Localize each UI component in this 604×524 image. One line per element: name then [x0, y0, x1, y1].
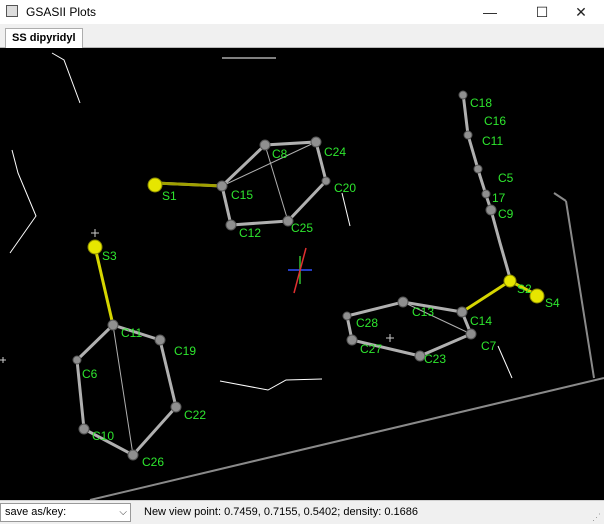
chevron-down-icon: ⌵: [119, 507, 127, 518]
atom-label: C10: [92, 429, 114, 443]
bonds: [75, 91, 512, 457]
status-bar: save as/key: ⌵ New view point: 0.7459, 0…: [0, 500, 604, 524]
title-bar: GSASII Plots — ☐ ✕: [0, 0, 604, 24]
atom-label: C22: [184, 408, 206, 422]
atom-label: C15: [231, 188, 253, 202]
atom-label: C9: [498, 207, 514, 221]
view-axes: [288, 247, 312, 294]
save-key-select[interactable]: save as/key: ⌵: [0, 503, 131, 522]
atom-label: C6: [82, 367, 98, 381]
atom-label: C20: [334, 181, 356, 195]
atom-label: C27: [360, 342, 382, 356]
sulfur-bonds: [93, 181, 538, 326]
app-icon: [6, 5, 18, 17]
atom-label: C26: [142, 455, 164, 469]
structure-plot[interactable]: C18 C16 C11 C5 17 C9 C8 C24 C20 S1 C15 C…: [0, 48, 604, 500]
atom-label: C16: [484, 114, 506, 128]
atom-label: C5: [498, 171, 514, 185]
close-button[interactable]: ✕: [558, 0, 604, 24]
view-point-status: New view point: 0.7459, 0.7155, 0.5402; …: [144, 506, 418, 518]
atom-label: C12: [239, 226, 261, 240]
atom-label: C19: [174, 344, 196, 358]
atom-label: C13: [412, 305, 434, 319]
atom-label: 17: [492, 191, 506, 205]
minimize-button[interactable]: —: [467, 0, 513, 24]
atom-labels: C18 C16 C11 C5 17 C9 C8 C24 C20 S1 C15 C…: [82, 96, 560, 469]
tab-strip: SS dipyridyl: [0, 24, 604, 48]
atom-label: C23: [424, 352, 446, 366]
cell-edges: [89, 192, 604, 500]
atom-label: S1: [162, 189, 177, 203]
atom-label: C8: [272, 147, 288, 161]
save-key-select-label: save as/key:: [5, 506, 67, 518]
atom-label: S2: [517, 282, 532, 296]
atom-label: C24: [324, 145, 346, 159]
atom-label: C11: [121, 326, 142, 340]
resize-grip-icon[interactable]: ⋰: [592, 512, 602, 522]
atom-label: C14: [470, 314, 492, 328]
origin-crosses: [0, 229, 394, 363]
tab-ss-dipyridyl[interactable]: SS dipyridyl: [5, 28, 83, 48]
sulfur-atoms: [87, 177, 545, 304]
atom-label: C18: [470, 96, 492, 110]
structure-plot-canvas[interactable]: C18 C16 C11 C5 17 C9 C8 C24 C20 S1 C15 C…: [0, 48, 604, 500]
atom-label: C11: [482, 134, 503, 148]
atom-label: S4: [545, 296, 560, 310]
atom-label: C25: [291, 221, 313, 235]
atom-label: C7: [481, 339, 497, 353]
atom-label: C28: [356, 316, 378, 330]
atom-label: S3: [102, 249, 117, 263]
window-title: GSASII Plots: [26, 5, 97, 19]
